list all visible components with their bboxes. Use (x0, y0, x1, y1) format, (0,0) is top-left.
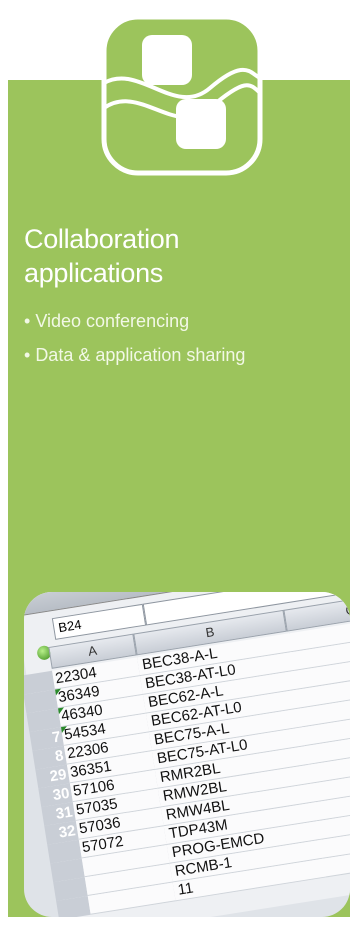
title-line-1: Collaboration (24, 224, 180, 254)
page-title: Collaboration applications (24, 222, 334, 290)
feature-list: Video conferencing Data & application sh… (24, 304, 334, 372)
title-line-2: applications (24, 258, 163, 288)
list-item: Video conferencing (24, 304, 334, 338)
comment-marker-icon (55, 688, 62, 696)
list-item: Data & application sharing (24, 338, 334, 372)
comment-marker-icon (60, 726, 68, 734)
text-block: Collaboration applications Video confere… (24, 222, 334, 372)
collaboration-squares-icon (100, 13, 264, 177)
row-number (56, 895, 91, 917)
spreadsheet: B24 A B C 22304 BEC38-A-L 36349 BEC38-AT-L0… (24, 592, 350, 917)
comment-marker-icon (58, 707, 65, 715)
spreadsheet-photo: B24 A B C 22304 BEC38-A-L 36349 BEC38-AT-L0… (24, 592, 350, 917)
